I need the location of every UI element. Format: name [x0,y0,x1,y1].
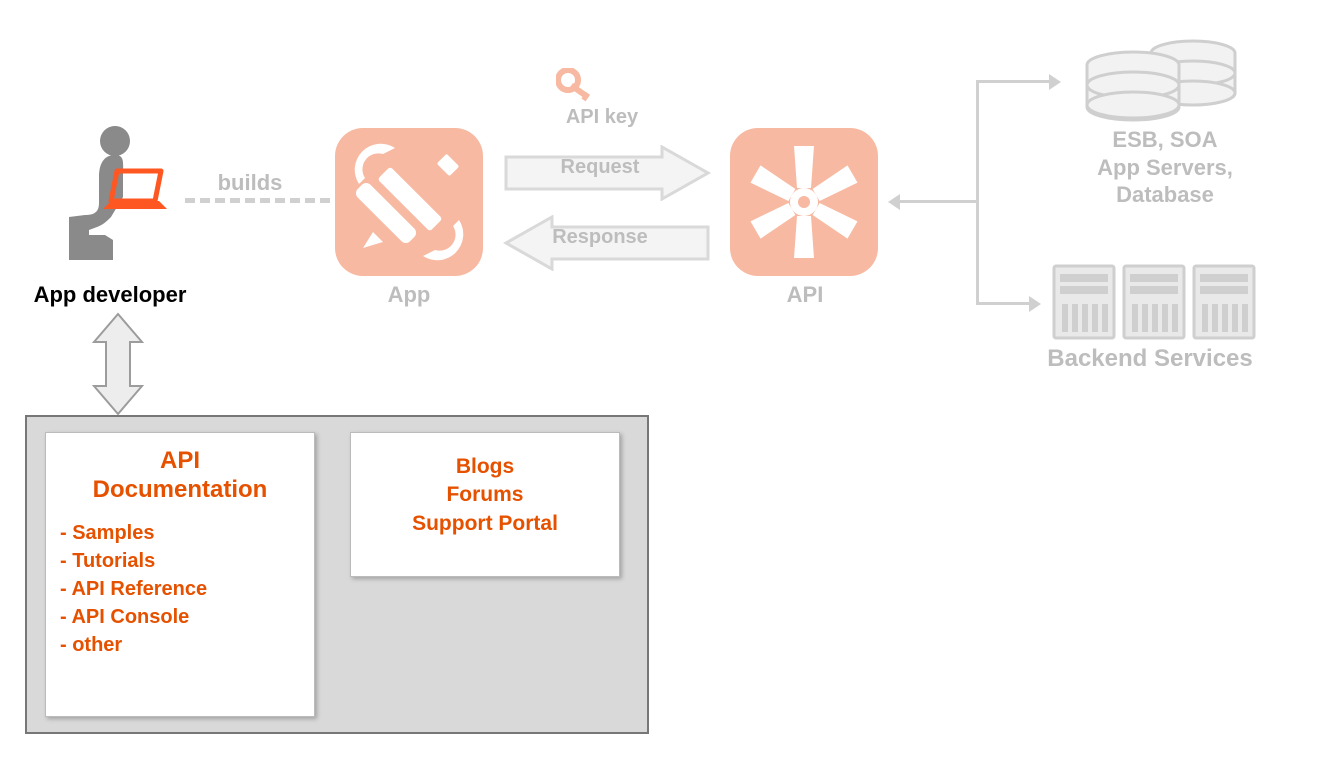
connector-bottom [976,302,1031,305]
docs-item-api-console: - API Console [60,603,300,631]
db-label-line2: App Servers, [1097,155,1233,180]
db-label-line1: ESB, SOA [1112,127,1217,152]
docs-item-other: - other [60,631,300,659]
key-icon [556,68,596,104]
response-label: Response [540,226,660,249]
apikey-label: API key [547,106,657,129]
developer-icon [55,125,175,265]
community-support-portal: Support Portal [365,510,605,538]
title-line2: Documentation [93,476,268,503]
api-documentation-title: API Documentation [60,447,300,505]
developer-label: App developer [20,282,200,308]
docs-item-tutorials: - Tutorials [60,547,300,575]
api-documentation-card: API Documentation - Samples - Tutorials … [45,432,315,717]
diagram-canvas: App developer builds App API k [0,0,1338,770]
docs-item-samples: - Samples [60,519,300,547]
connector-v [976,80,979,305]
community-blogs: Blogs [365,453,605,481]
title-line1: API [160,447,200,474]
db-label-line3: Database [1116,182,1214,207]
community-forums: Forums [365,481,605,509]
connector-top [976,80,1051,83]
app-tile [335,128,483,276]
community-card: Blogs Forums Support Portal [350,432,620,577]
app-label: App [355,282,463,308]
backend-services-label: Backend Services [1020,345,1280,373]
builds-dashed-line [185,198,330,203]
builds-label: builds [200,170,300,196]
docs-item-api-reference: - API Reference [60,575,300,603]
gear-icon [730,128,878,276]
api-label: API [770,282,840,308]
arrowhead-db [1049,74,1061,90]
api-tile [730,128,878,276]
connector-h1 [898,200,978,203]
servers-icon [1050,260,1260,345]
db-label: ESB, SOA App Servers, Database [1050,126,1280,209]
arrowhead-servers [1029,296,1041,312]
tools-icon [335,128,483,276]
request-label: Request [540,156,660,179]
database-icon [1075,35,1255,125]
arrowhead-into-api [888,194,900,210]
double-arrow [90,312,146,416]
